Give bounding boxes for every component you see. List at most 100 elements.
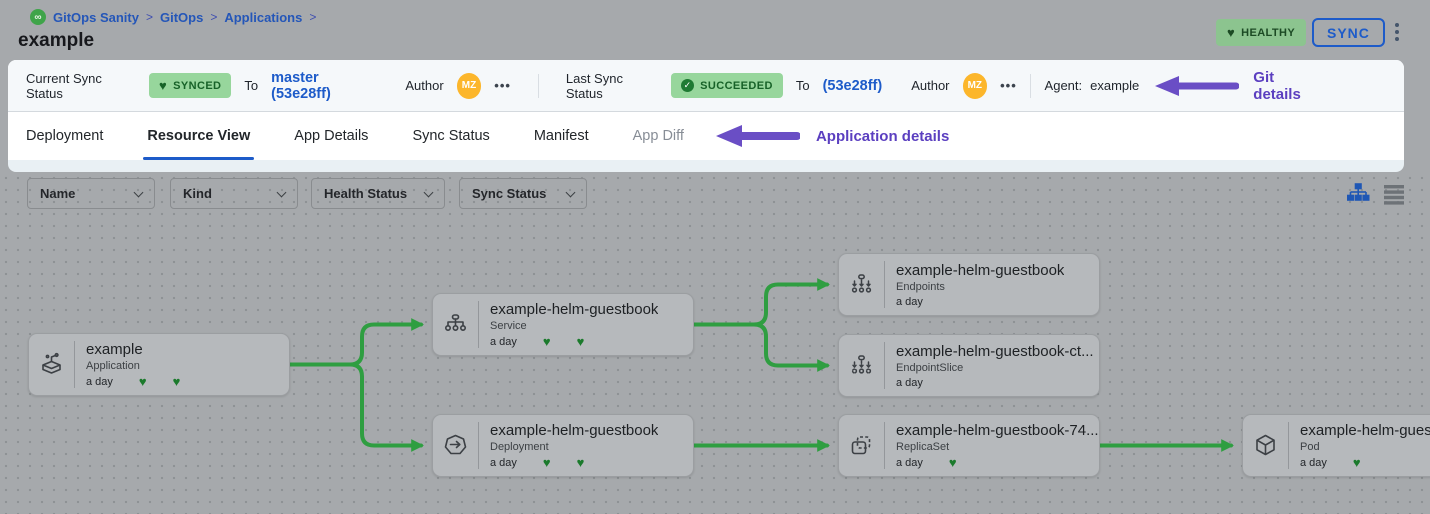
app-summary-card: Current Sync Status ♥ SYNCED To master (… [8, 60, 1404, 160]
filter-health-status-dropdown[interactable]: Health Status [311, 178, 445, 209]
node-endpoints-example-helm-guestbook[interactable]: example-helm-guestbook Endpoints a day [838, 253, 1100, 316]
divider [538, 74, 539, 98]
node-application-example[interactable]: example Application a day♥♥ [28, 333, 290, 396]
node-kind: EndpointSlice [896, 362, 1094, 374]
git-details-annotation: Git details [1253, 69, 1310, 103]
card-bottom-strip [8, 160, 1404, 172]
node-kind: Application [86, 360, 180, 372]
filter-label: Health Status [324, 186, 407, 201]
chevron-down-icon [277, 187, 287, 197]
node-service-example-helm-guestbook[interactable]: example-helm-guestbook Service a day♥♥ [432, 293, 694, 356]
filter-sync-status-dropdown[interactable]: Sync Status [459, 178, 587, 209]
succeeded-badge: ✓ SUCCEEDED [671, 73, 783, 98]
tab-app-details[interactable]: App Details [294, 112, 368, 160]
node-age: a day [86, 376, 113, 388]
pod-icon [1243, 422, 1289, 469]
chevron-down-icon [566, 187, 576, 197]
to-label: To [244, 78, 258, 93]
filter-label: Kind [183, 186, 212, 201]
resource-tree-canvas: Name Kind Health Status Sync Status [0, 172, 1430, 514]
node-title: example-helm-guestbook [490, 422, 658, 439]
health-hearts: ♥♥ [517, 456, 584, 470]
tree-view-icon[interactable] [1345, 181, 1371, 207]
node-kind: Endpoints [896, 281, 1064, 293]
health-hearts: ♥ [923, 456, 957, 470]
node-age: a day [896, 377, 923, 389]
more-options-icon[interactable]: ••• [494, 78, 511, 93]
author-avatar: MZ [457, 73, 482, 99]
node-kind: Service [490, 320, 658, 332]
breadcrumb-separator: > [146, 10, 153, 24]
node-title: example [86, 341, 180, 358]
kebab-menu-icon[interactable] [1389, 18, 1405, 46]
filter-name-dropdown[interactable]: Name [27, 178, 155, 209]
filter-label: Name [40, 186, 75, 201]
heart-icon: ♥ [949, 455, 957, 470]
node-deployment-example-helm-guestbook[interactable]: example-helm-guestbook Deployment a day♥… [432, 414, 694, 477]
annotation-arrow-icon [1153, 74, 1239, 98]
author-avatar: MZ [963, 73, 988, 99]
list-view-icon[interactable] [1381, 181, 1407, 207]
agent-section: Agent: example Git details [1030, 69, 1386, 103]
node-title: example-helm-guestbook [490, 301, 658, 318]
page-title: example [18, 30, 94, 52]
current-revision-link[interactable]: master (53e28ff) [271, 70, 376, 102]
node-endpointslice-example-helm-guestbook[interactable]: example-helm-guestbook-ct... EndpointSli… [838, 334, 1100, 397]
node-kind: Deployment [490, 441, 658, 453]
replicaset-icon [839, 422, 885, 469]
tab-resource-view[interactable]: Resource View [147, 112, 250, 160]
filter-label: Sync Status [472, 186, 546, 201]
current-sync-status-label: Current Sync Status [26, 71, 136, 101]
node-age: a day [896, 296, 923, 308]
service-icon [433, 301, 479, 348]
application-icon [29, 341, 75, 388]
succeeded-badge-label: SUCCEEDED [700, 80, 773, 92]
node-title: example-helm-guestbook-ct... [896, 343, 1094, 360]
endpointslice-icon [839, 342, 885, 389]
more-options-icon[interactable]: ••• [1000, 78, 1017, 93]
tab-sync-status[interactable]: Sync Status [412, 112, 489, 160]
node-age: a day [896, 457, 923, 469]
heart-icon: ♥ [577, 334, 585, 349]
node-pod-example-helm-guestbook[interactable]: example-helm-guest Pod a day♥ [1242, 414, 1430, 477]
health-hearts: ♥ [1327, 456, 1361, 470]
author-label: Author [911, 78, 949, 93]
annotation-arrow-icon [714, 123, 800, 149]
synced-badge-label: SYNCED [173, 80, 221, 92]
breadcrumb-gitops[interactable]: GitOps [160, 10, 203, 25]
node-replicaset-example-helm-guestbook[interactable]: example-helm-guestbook-74... ReplicaSet … [838, 414, 1100, 477]
gitops-logo-icon: ∞ [30, 9, 46, 25]
agent-value: example [1090, 78, 1139, 93]
node-age: a day [490, 336, 517, 348]
health-hearts: ♥♥ [113, 375, 180, 389]
sync-status-bar: Current Sync Status ♥ SYNCED To master (… [8, 60, 1404, 112]
application-details-annotation: Application details [816, 128, 949, 145]
tab-manifest[interactable]: Manifest [534, 112, 589, 160]
author-label: Author [405, 78, 443, 93]
node-title: example-helm-guestbook-74... [896, 422, 1099, 439]
node-age: a day [490, 457, 517, 469]
breadcrumb: ∞ GitOps Sanity > GitOps > Applications … [30, 9, 316, 25]
node-kind: ReplicaSet [896, 441, 1099, 453]
chevron-down-icon [424, 187, 434, 197]
tab-app-diff[interactable]: App Diff [633, 112, 684, 160]
sync-button[interactable]: SYNC [1312, 18, 1385, 47]
filter-kind-dropdown[interactable]: Kind [170, 178, 298, 209]
application-details-annotation-group: Application details [714, 123, 949, 149]
tab-deployment[interactable]: Deployment [26, 112, 103, 160]
last-revision-link[interactable]: (53e28ff) [823, 78, 883, 94]
endpoints-icon [839, 261, 885, 308]
synced-badge: ♥ SYNCED [149, 73, 231, 98]
heart-icon: ♥ [577, 455, 585, 470]
breadcrumb-separator: > [210, 10, 217, 24]
node-title: example-helm-guestbook [896, 262, 1064, 279]
node-age: a day [1300, 457, 1327, 469]
breadcrumb-project[interactable]: GitOps Sanity [53, 10, 139, 25]
health-hearts: ♥♥ [517, 335, 584, 349]
last-sync-status-label: Last Sync Status [566, 71, 658, 101]
to-label: To [796, 78, 810, 93]
heart-icon: ♥ [173, 374, 181, 389]
heart-icon: ♥ [543, 455, 551, 470]
breadcrumb-separator: > [309, 10, 316, 24]
breadcrumb-applications[interactable]: Applications [224, 10, 302, 25]
